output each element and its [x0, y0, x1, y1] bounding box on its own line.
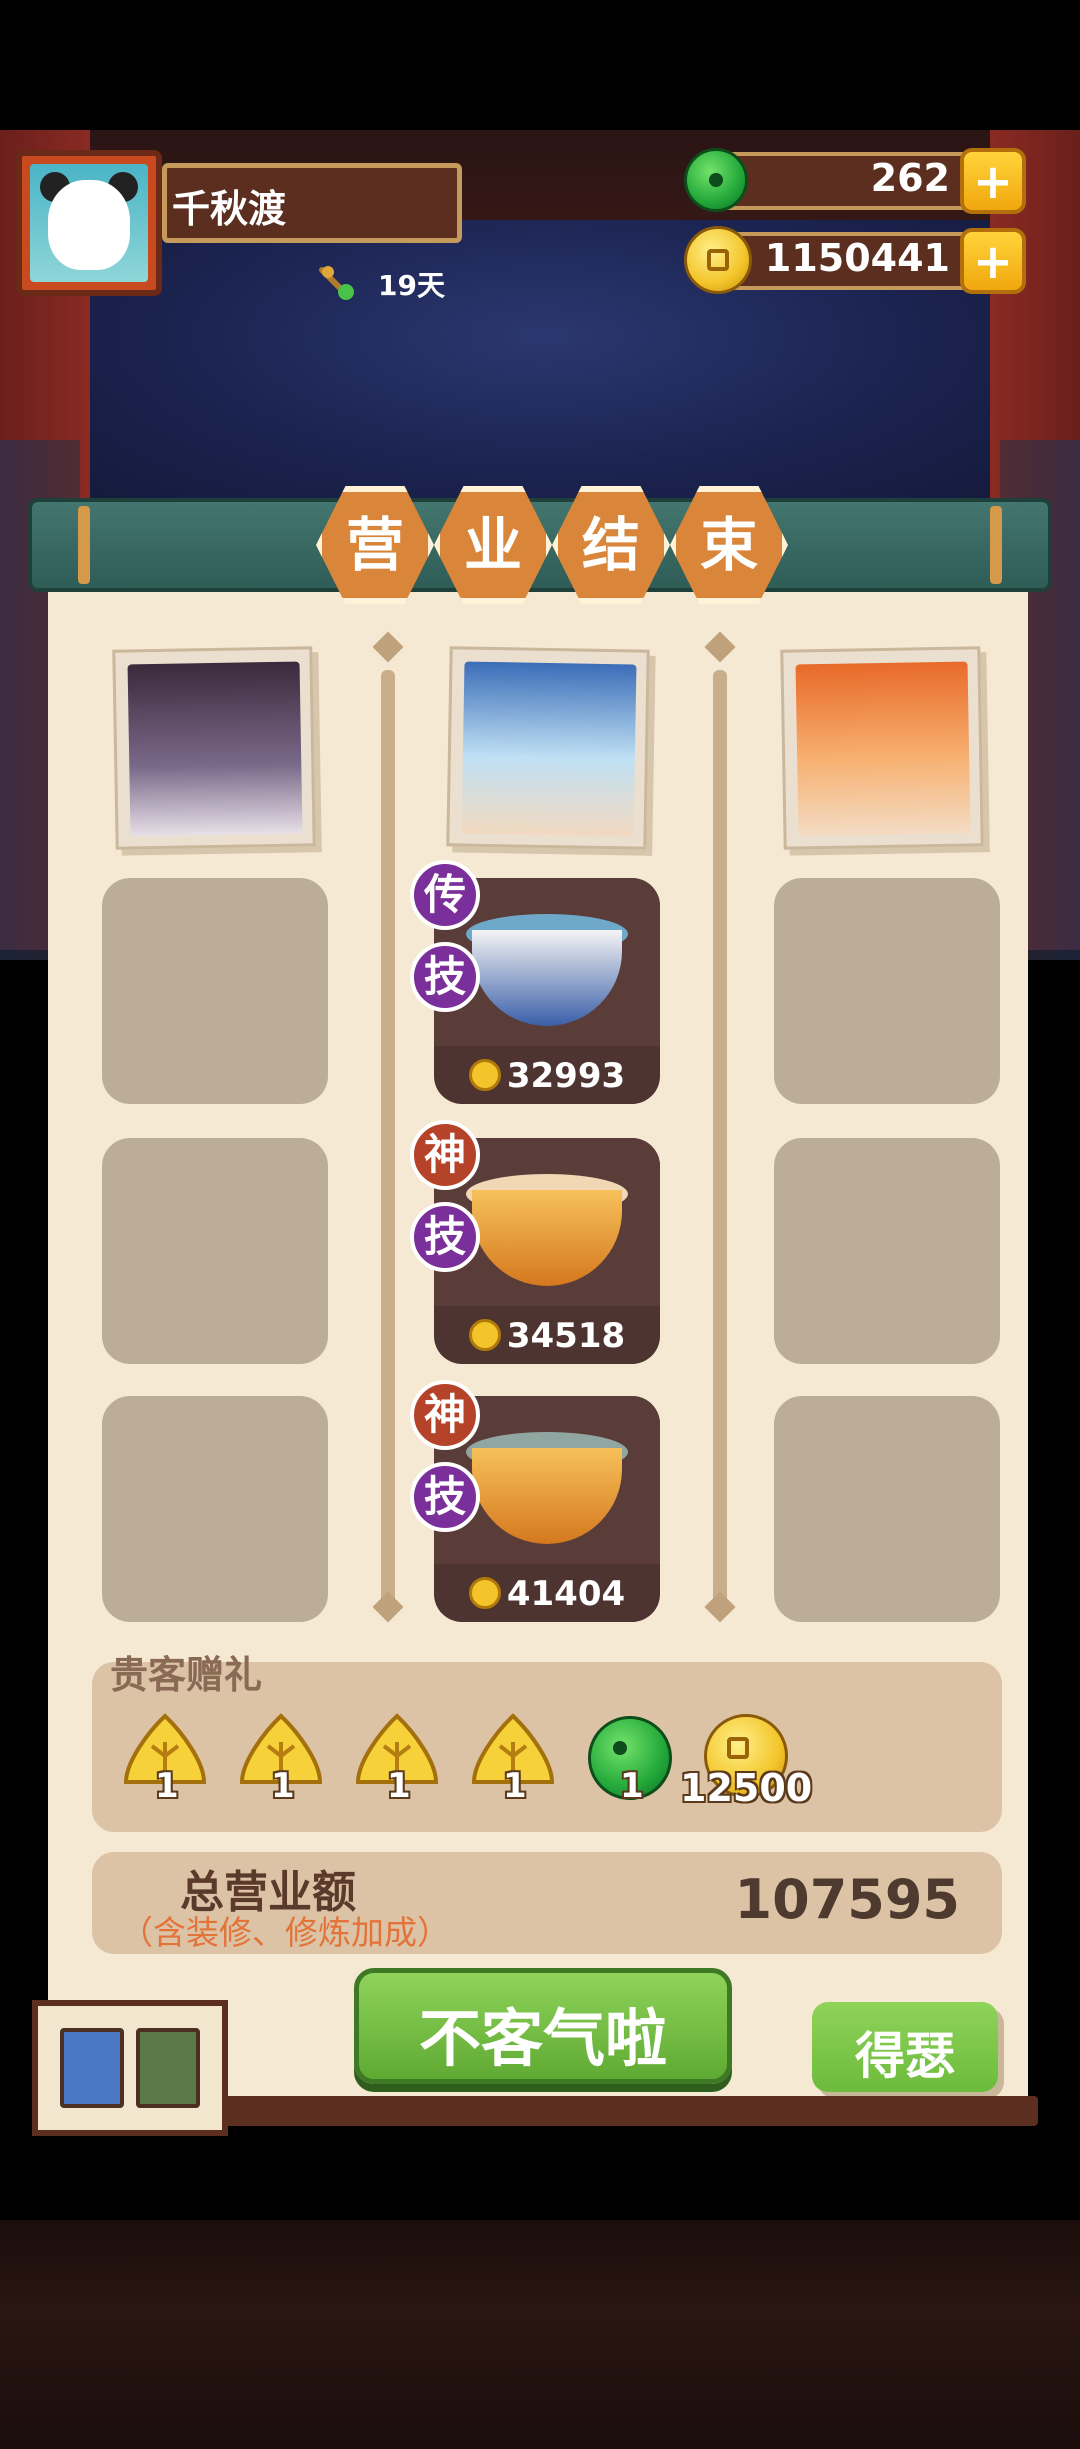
- gift-count: 1: [620, 1766, 644, 1806]
- customer-left-image: [127, 661, 303, 837]
- green-card-button[interactable]: [136, 2028, 200, 2108]
- skill-badge: 技: [410, 1462, 480, 1532]
- dish-price: 34518: [434, 1316, 660, 1356]
- scroll-rod-left: [78, 506, 90, 584]
- scroll-rod-right: [990, 506, 1002, 584]
- rarity-badge: 神: [410, 1120, 480, 1190]
- coin-icon: [468, 1059, 501, 1091]
- column-divider-right: [713, 670, 727, 1610]
- gift-count: 12500: [680, 1766, 813, 1810]
- empty-dish-slot: [774, 878, 1000, 1104]
- gift-count: 1: [387, 1766, 411, 1806]
- skill-badge: 技: [410, 1202, 480, 1272]
- gift-count: 1: [271, 1766, 295, 1806]
- empty-dish-slot: [774, 1396, 1000, 1622]
- customer-middle-image: [461, 661, 637, 837]
- empty-dish-slot: [774, 1138, 1000, 1364]
- blue-card-button[interactable]: [60, 2028, 124, 2108]
- banner-char-3: 结: [581, 511, 640, 579]
- banner-char-2: 业: [463, 511, 522, 579]
- coin-value: 1150441: [764, 236, 950, 280]
- days-count: 19天: [378, 269, 445, 302]
- column-divider-left: [381, 670, 395, 1610]
- add-jade-button[interactable]: +: [960, 148, 1026, 214]
- rarity-badge: 传: [410, 860, 480, 930]
- add-coins-button[interactable]: +: [960, 228, 1026, 294]
- banner-char-1: 营: [345, 511, 404, 579]
- customer-portrait-left[interactable]: [112, 646, 316, 850]
- gift-count: 1: [503, 1766, 527, 1806]
- skill-badge: 技: [410, 942, 480, 1012]
- rarity-badge: 神: [410, 1380, 480, 1450]
- player-name: 千秋渡: [172, 187, 287, 231]
- dish-price: 32993: [434, 1056, 660, 1096]
- show-off-button-label[interactable]: 得瑟: [812, 2016, 998, 2088]
- guest-gifts-title: 贵客赠礼: [110, 1653, 263, 1697]
- empty-dish-slot: [102, 878, 328, 1104]
- total-revenue-sublabel: （含装修、修炼加成）: [120, 1913, 450, 1952]
- total-revenue-value: 107595: [734, 1868, 960, 1931]
- branch-days-icon: [319, 266, 354, 300]
- customer-portrait-right[interactable]: [780, 646, 984, 850]
- panda-avatar-face: [48, 180, 130, 270]
- bottom-stage-floor: [0, 2220, 1080, 2449]
- empty-dish-slot: [102, 1138, 328, 1364]
- coin-icon: [468, 1577, 501, 1609]
- gift-count: 1: [155, 1766, 179, 1806]
- banner-char-4: 束: [699, 511, 758, 579]
- coin-icon: [468, 1319, 501, 1351]
- dish-price: 41404: [434, 1574, 660, 1614]
- confirm-button-label[interactable]: 不客气啦: [354, 1988, 732, 2078]
- customer-portrait-middle[interactable]: [446, 646, 650, 850]
- jade-value: 262: [870, 156, 950, 200]
- empty-dish-slot: [102, 1396, 328, 1622]
- customer-right-image: [795, 661, 971, 837]
